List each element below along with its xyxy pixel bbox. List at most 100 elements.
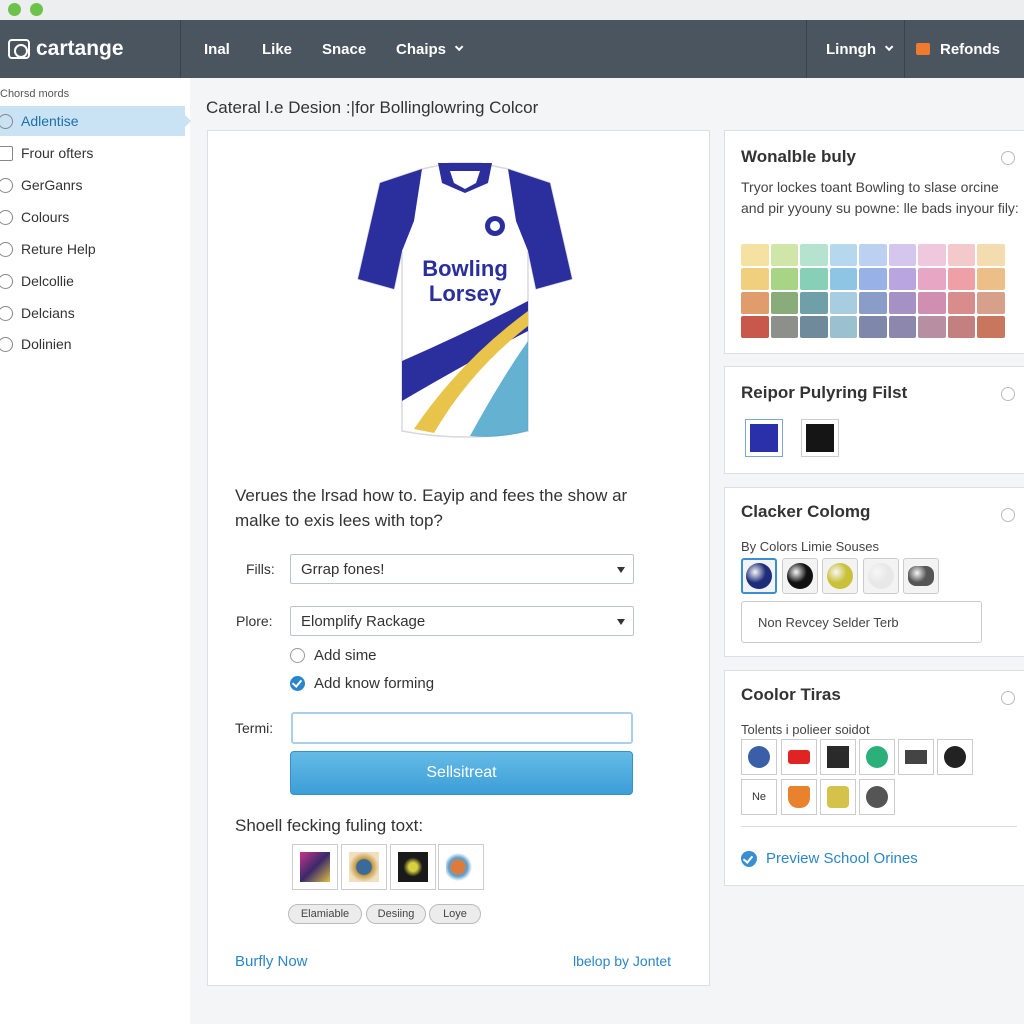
ball-option[interactable] — [782, 558, 818, 594]
window-control-icon[interactable] — [8, 3, 21, 16]
sidebar-item-delcians[interactable]: Delcians — [0, 298, 185, 328]
palette-swatch[interactable] — [888, 316, 917, 338]
emblem-icon[interactable] — [820, 739, 856, 775]
team-badge-icon[interactable] — [741, 739, 777, 775]
palette-swatch[interactable] — [770, 244, 799, 266]
mascot-icon[interactable] — [937, 739, 973, 775]
fills-select[interactable]: Grrap fones! — [290, 554, 634, 584]
palette-swatch[interactable] — [800, 316, 828, 338]
ball-option[interactable] — [822, 558, 858, 594]
palette-swatch[interactable] — [918, 268, 946, 290]
nav-item-like[interactable]: Like — [262, 20, 292, 78]
window-control-icon[interactable] — [30, 3, 43, 16]
ball-option[interactable] — [741, 558, 777, 594]
palette-swatch[interactable] — [829, 292, 858, 314]
nav-item-chaips[interactable]: Chaips — [396, 20, 464, 78]
sidebar-title: Chorsd mords — [0, 88, 70, 100]
settings-icon[interactable] — [1001, 387, 1015, 401]
palette-swatch[interactable] — [859, 244, 887, 266]
tag-chip[interactable]: Desiing — [366, 904, 426, 924]
palette-swatch[interactable] — [918, 316, 946, 338]
sample-thumbnail[interactable] — [438, 844, 484, 890]
palette-swatch[interactable] — [977, 316, 1005, 338]
refunds-link[interactable]: Refonds — [916, 20, 1000, 78]
sidebar-item-label: Dolinien — [21, 336, 72, 352]
settings-icon[interactable] — [1001, 151, 1015, 165]
palette-swatch[interactable] — [977, 244, 1005, 266]
buy-now-link[interactable]: Burfly Now — [235, 953, 308, 970]
swatch-blue[interactable] — [745, 419, 783, 457]
palette-swatch[interactable] — [770, 292, 799, 314]
ne-icon[interactable]: Ne — [741, 779, 777, 815]
palette-swatch[interactable] — [888, 292, 917, 314]
palette-swatch[interactable] — [770, 316, 799, 338]
sample-thumbnail[interactable] — [341, 844, 387, 890]
settings-icon[interactable] — [1001, 691, 1015, 705]
sidebar-item-colours[interactable]: Colours — [0, 202, 185, 232]
palette-swatch[interactable] — [947, 244, 976, 266]
palette-swatch[interactable] — [741, 316, 769, 338]
settings-icon[interactable] — [1001, 508, 1015, 522]
ball-option[interactable] — [863, 558, 899, 594]
palette-swatch[interactable] — [859, 292, 887, 314]
display-icon[interactable] — [898, 739, 934, 775]
sidebar-item-reture-help[interactable]: Reture Help — [0, 234, 185, 264]
palette-swatch[interactable] — [918, 244, 946, 266]
video-icon[interactable] — [781, 739, 817, 775]
help-link[interactable]: lbelop by Jontet — [573, 953, 671, 969]
palette-swatch[interactable] — [977, 292, 1005, 314]
sidebar-item-delcollie[interactable]: Delcollie — [0, 266, 185, 296]
palette-swatch[interactable] — [947, 268, 976, 290]
palette-swatch[interactable] — [770, 268, 799, 290]
palette-swatch[interactable] — [888, 244, 917, 266]
swatch-black[interactable] — [801, 419, 839, 457]
ball-option[interactable] — [903, 558, 939, 594]
sidebar-item-adlentise[interactable]: Adlentise — [0, 106, 191, 136]
plore-select[interactable]: Elomplify Rackage — [290, 606, 634, 636]
palette-swatch[interactable] — [977, 268, 1005, 290]
bowling-pin-icon[interactable] — [859, 779, 895, 815]
palette-swatch[interactable] — [859, 316, 887, 338]
palette-swatch[interactable] — [888, 268, 917, 290]
nav-item-inal[interactable]: Inal — [204, 20, 230, 78]
language-label: Linngh — [826, 40, 876, 58]
palette-swatch[interactable] — [741, 292, 769, 314]
palette-swatch[interactable] — [829, 268, 858, 290]
fills-select-value: Grrap fones! — [301, 560, 385, 578]
palette-swatch[interactable] — [829, 244, 858, 266]
dollar-icon[interactable] — [859, 739, 895, 775]
sidebar-item-frour-ofters[interactable]: Frour ofters — [0, 138, 185, 168]
trophy-icon[interactable] — [820, 779, 856, 815]
tag-chip[interactable]: Loye — [429, 904, 481, 924]
sidebar-item-dolinien[interactable]: Dolinien — [0, 329, 185, 359]
sample-thumbnail[interactable] — [390, 844, 436, 890]
tag-chip[interactable]: Elamiable — [288, 904, 362, 924]
palette-swatch[interactable] — [800, 268, 828, 290]
chevron-down-icon — [617, 567, 625, 573]
card-subtitle: By Colors Limie Souses — [741, 539, 879, 554]
circle-icon — [0, 113, 13, 129]
palette-swatch[interactable] — [829, 316, 858, 338]
palette-card: Wonalble buly Tryor lockes toant Bowling… — [724, 130, 1024, 354]
sample-thumbnail[interactable] — [292, 844, 338, 890]
palette-swatch[interactable] — [859, 268, 887, 290]
radio-add-know-forming[interactable]: Add know forming — [290, 673, 434, 693]
palette-swatch[interactable] — [947, 316, 976, 338]
ball-search-input[interactable]: Non Revcey Selder Terb — [741, 601, 982, 643]
shield-icon[interactable] — [781, 779, 817, 815]
nav-item-snace[interactable]: Snace — [322, 20, 366, 78]
language-dropdown[interactable]: Linngh — [826, 20, 894, 78]
submit-button[interactable]: Sellsitreat — [290, 751, 633, 795]
palette-swatch[interactable] — [741, 268, 769, 290]
palette-swatch[interactable] — [947, 292, 976, 314]
palette-swatch[interactable] — [800, 244, 828, 266]
radio-add-sime[interactable]: Add sime — [290, 645, 377, 665]
term-input[interactable] — [291, 712, 633, 744]
palette-swatch[interactable] — [741, 244, 769, 266]
brand-logo[interactable]: cartange — [8, 20, 124, 78]
palette-swatch[interactable] — [918, 292, 946, 314]
sidebar-item-gerganrs[interactable]: GerGanrs — [0, 170, 185, 200]
preview-link[interactable]: Preview School Orines — [741, 850, 918, 867]
palette-swatch[interactable] — [800, 292, 828, 314]
logo-icon — [8, 39, 30, 59]
